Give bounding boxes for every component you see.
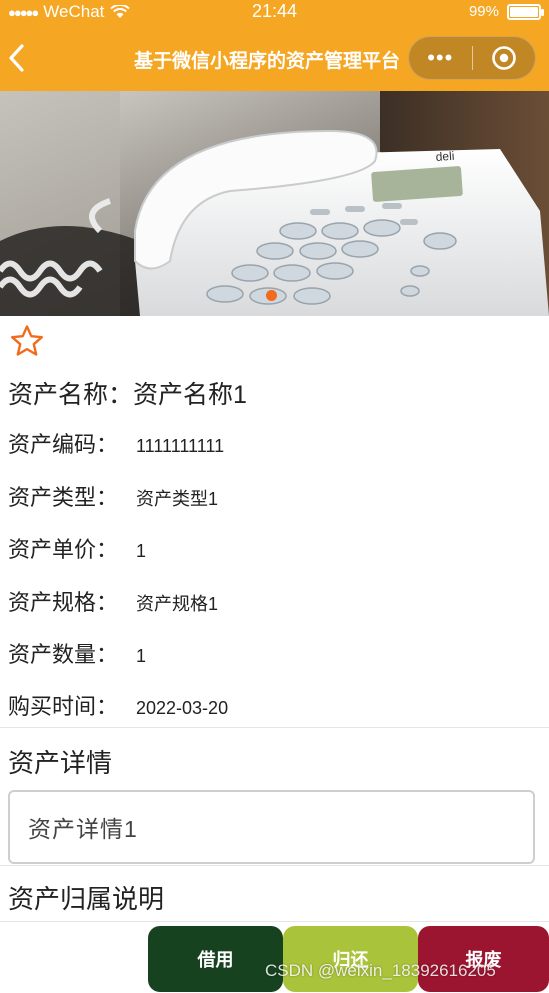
field-label: 资产类型：: [8, 485, 119, 510]
field-label: 资产单价：: [8, 537, 119, 562]
details-title: 资产详情: [8, 748, 113, 778]
field-value: 1: [136, 646, 147, 666]
field-value: 1: [136, 541, 147, 561]
battery-fill: [510, 6, 538, 17]
field-quantity: 资产数量： 1: [8, 637, 146, 669]
battery-icon: [507, 3, 544, 20]
field-unit-price: 资产单价： 1: [8, 532, 146, 564]
status-bar: ●●●●● WeChat 21:44 99%: [0, 0, 549, 26]
star-icon: [11, 325, 43, 356]
svg-text:deli: deli: [435, 149, 455, 164]
field-label: 资产规格：: [8, 590, 119, 615]
field-specification: 资产规格： 资产规格1: [8, 585, 218, 617]
field-label: 资产编码：: [8, 432, 119, 457]
watermark: CSDN @weixin_18392616205: [265, 961, 496, 980]
asset-image-carousel[interactable]: deli: [0, 91, 549, 316]
divider: [0, 921, 549, 922]
back-button[interactable]: [4, 42, 30, 74]
asset-name: 资产名称：资产名称1: [8, 381, 247, 409]
menu-capsule: •••: [408, 36, 536, 80]
nav-bar: 基于微信小程序的资产管理平台 •••: [0, 26, 549, 91]
close-miniprogram-button[interactable]: [472, 45, 535, 71]
battery-percent: 99%: [468, 3, 499, 20]
clock: 21:44: [251, 1, 298, 21]
target-icon: [491, 46, 516, 70]
details-content-box: 资产详情1: [8, 790, 535, 864]
field-value: 资产规格1: [136, 594, 219, 614]
borrow-button[interactable]: 借用: [148, 926, 283, 992]
status-right: 99%: [468, 3, 544, 20]
field-asset-type: 资产类型： 资产类型1: [8, 480, 218, 512]
field-value: 2022-03-20: [136, 698, 229, 718]
divider: [0, 865, 549, 866]
favorite-button[interactable]: [10, 324, 44, 358]
field-value: 1111111111: [136, 436, 225, 456]
field-label: 购买时间：: [8, 694, 119, 719]
more-button[interactable]: •••: [409, 36, 472, 80]
field-value: 资产类型1: [136, 489, 219, 509]
chevron-left-icon: [9, 44, 24, 72]
field-label: 资产数量：: [8, 642, 119, 667]
field-asset-code: 资产编码： 1111111111: [8, 427, 224, 459]
page-title: 基于微信小程序的资产管理平台: [134, 51, 401, 72]
scrap-button[interactable]: 报废: [418, 926, 549, 992]
ownership-title: 资产归属说明: [8, 884, 165, 914]
field-purchase-date: 购买时间： 2022-03-20: [8, 689, 228, 721]
carousel-indicator-dot[interactable]: [266, 290, 277, 301]
return-button[interactable]: 归还: [283, 926, 418, 992]
telephone-image: deli: [0, 91, 549, 316]
divider: [0, 727, 549, 728]
